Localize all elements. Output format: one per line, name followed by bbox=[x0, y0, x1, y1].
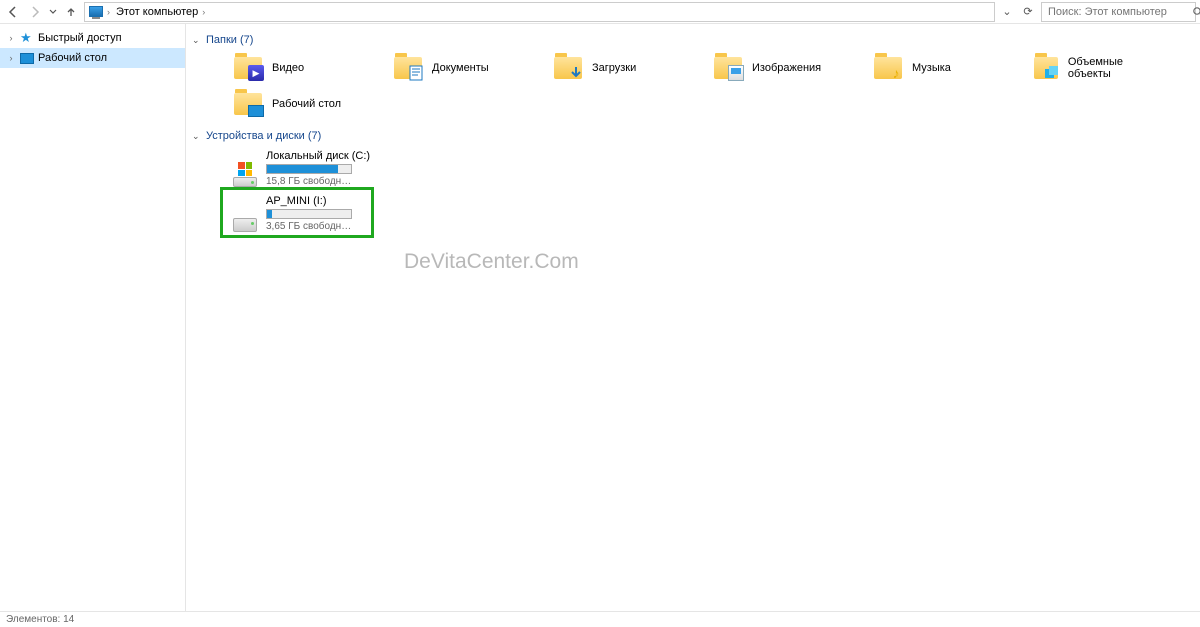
breadcrumb-label: Этот компьютер bbox=[116, 6, 198, 18]
folder-icon bbox=[234, 93, 262, 115]
status-bar: Элементов: 14 bbox=[0, 611, 1200, 627]
content-pane: ⌄ Папки (7) ▶ Видео Документы bbox=[186, 24, 1200, 611]
sidebar-item-label: Быстрый доступ bbox=[38, 32, 122, 44]
search-icon bbox=[1192, 6, 1200, 18]
drive-icon bbox=[232, 195, 258, 232]
folder-icon: ▶ bbox=[234, 57, 262, 79]
folder-icon bbox=[1034, 57, 1058, 79]
back-button[interactable] bbox=[4, 3, 22, 21]
star-icon: ★ bbox=[20, 31, 34, 45]
address-history-dropdown[interactable]: ⌄ bbox=[999, 5, 1015, 18]
drive-usage-bar bbox=[266, 164, 352, 174]
drive-item-apmini[interactable]: AP_MINI (I:) 3,65 ГБ свободно из 3,… bbox=[226, 191, 378, 236]
recent-locations-dropdown[interactable] bbox=[48, 3, 58, 21]
refresh-button[interactable]: ⟳ bbox=[1019, 5, 1037, 18]
drive-icon bbox=[232, 150, 258, 187]
watermark-text: DeVitaCenter.Com bbox=[404, 250, 579, 274]
folder-label: Видео bbox=[272, 62, 304, 74]
breadcrumb[interactable]: › Этот компьютер › bbox=[84, 2, 995, 22]
drive-free-text: 15,8 ГБ свободно из 11… bbox=[266, 176, 356, 187]
desktop-icon bbox=[20, 53, 34, 64]
section-title: Устройства и диски (7) bbox=[206, 130, 321, 142]
breadcrumb-this-pc[interactable]: Этот компьютер › bbox=[116, 6, 205, 18]
folder-icon: ♪ bbox=[874, 57, 902, 79]
folder-item-music[interactable]: ♪ Музыка bbox=[834, 50, 994, 86]
image-icon bbox=[728, 65, 744, 81]
drive-name: AP_MINI (I:) bbox=[266, 195, 374, 207]
download-icon bbox=[568, 65, 584, 81]
search-box[interactable] bbox=[1041, 2, 1196, 22]
chevron-right-icon: › bbox=[202, 7, 205, 17]
folder-item-videos[interactable]: ▶ Видео bbox=[194, 50, 354, 86]
chevron-down-icon: ⌄ bbox=[192, 35, 202, 46]
sidebar-item-quick-access[interactable]: › ★ Быстрый доступ bbox=[0, 28, 185, 48]
folder-label: Музыка bbox=[912, 62, 951, 74]
drive-free-text: 3,65 ГБ свободно из 3,… bbox=[266, 221, 356, 232]
sidebar-item-desktop[interactable]: › Рабочий стол bbox=[0, 48, 185, 68]
windows-icon bbox=[238, 162, 252, 176]
drive-name: Локальный диск (C:) bbox=[266, 150, 374, 162]
folder-label: Рабочий стол bbox=[272, 98, 341, 110]
section-header-folders[interactable]: ⌄ Папки (7) bbox=[192, 34, 1192, 46]
section-header-drives[interactable]: ⌄ Устройства и диски (7) bbox=[192, 130, 1192, 142]
video-icon: ▶ bbox=[248, 65, 264, 81]
desktop-icon bbox=[248, 105, 264, 117]
chevron-right-icon[interactable]: › bbox=[6, 33, 16, 43]
folder-item-documents[interactable]: Документы bbox=[354, 50, 514, 86]
document-icon bbox=[408, 65, 424, 81]
forward-button[interactable] bbox=[26, 3, 44, 21]
navigation-pane: › ★ Быстрый доступ › Рабочий стол bbox=[0, 24, 186, 611]
this-pc-icon bbox=[89, 6, 103, 17]
chevron-down-icon: ⌄ bbox=[192, 131, 202, 142]
search-input[interactable] bbox=[1046, 5, 1192, 19]
sidebar-item-label: Рабочий стол bbox=[38, 52, 107, 64]
folder-item-desktop[interactable]: Рабочий стол bbox=[194, 86, 354, 122]
address-bar: › Этот компьютер › ⌄ ⟳ bbox=[0, 0, 1200, 24]
folder-item-pictures[interactable]: Изображения bbox=[674, 50, 834, 86]
folder-icon bbox=[394, 57, 422, 79]
breadcrumb-root[interactable]: › bbox=[89, 6, 110, 17]
folder-label: Объемные объекты bbox=[1068, 56, 1154, 80]
folder-label: Изображения bbox=[752, 62, 821, 74]
folder-item-downloads[interactable]: Загрузки bbox=[514, 50, 674, 86]
drive-item-c[interactable]: Локальный диск (C:) 15,8 ГБ свободно из … bbox=[226, 146, 378, 191]
folder-icon bbox=[714, 57, 742, 79]
cube-icon bbox=[1044, 65, 1060, 81]
section-title: Папки (7) bbox=[206, 34, 253, 46]
folder-label: Загрузки bbox=[592, 62, 636, 74]
folder-label: Документы bbox=[432, 62, 489, 74]
status-item-count: Элементов: 14 bbox=[6, 614, 74, 625]
folders-grid: ▶ Видео Документы bbox=[194, 50, 1192, 122]
folder-icon bbox=[554, 57, 582, 79]
chevron-right-icon[interactable]: › bbox=[6, 53, 16, 63]
chevron-right-icon: › bbox=[107, 7, 110, 17]
folder-item-3d-objects[interactable]: Объемные объекты bbox=[994, 50, 1154, 86]
drive-usage-bar bbox=[266, 209, 352, 219]
up-button[interactable] bbox=[62, 3, 80, 21]
music-icon: ♪ bbox=[888, 65, 904, 81]
